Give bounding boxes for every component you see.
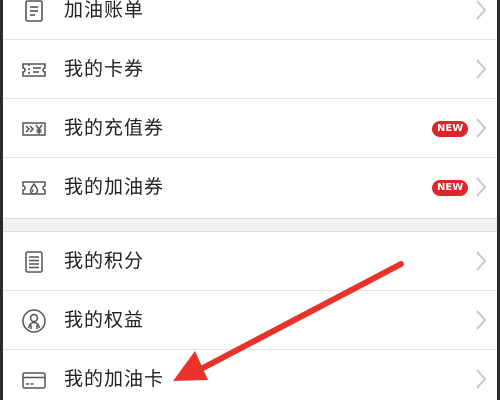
menu-item-label: 我的积分	[64, 250, 145, 272]
account-menu-screen: 加油账单 我的卡券 我的充值券 NEW 我的加油券 NEW 我的积分 我的权益 …	[0, 0, 500, 400]
menu-item-fuel-coupons[interactable]: 我的加油券 NEW	[0, 158, 500, 217]
chevron-right-icon	[474, 116, 488, 140]
screen-left-edge	[0, 0, 3, 400]
menu-item-label: 我的充值券	[64, 117, 165, 139]
menu-item-label: 加油账单	[64, 0, 145, 21]
section-divider	[0, 218, 500, 232]
menu-item-label: 我的加油卡	[64, 368, 165, 390]
ticket-icon	[20, 56, 48, 84]
chevron-right-icon	[474, 367, 488, 391]
chevron-right-icon	[474, 308, 488, 332]
chevron-right-icon	[474, 249, 488, 273]
new-badge: NEW	[432, 180, 469, 196]
chevron-right-icon	[474, 175, 488, 199]
rights-badge-icon	[20, 307, 48, 335]
menu-group-account: 我的积分 我的权益 我的加油卡	[0, 232, 500, 400]
new-badge: NEW	[432, 121, 469, 137]
recharge-coupon-icon	[20, 115, 48, 143]
menu-item-my-fuel-card[interactable]: 我的加油卡	[0, 350, 500, 400]
fuel-coupon-icon	[20, 174, 48, 202]
menu-item-label: 我的加油券	[64, 176, 165, 198]
menu-item-my-rights[interactable]: 我的权益	[0, 291, 500, 350]
menu-item-label: 我的权益	[64, 309, 145, 331]
menu-item-my-points[interactable]: 我的积分	[0, 232, 500, 291]
menu-item-fuel-bill[interactable]: 加油账单	[0, 0, 500, 40]
points-document-icon	[20, 248, 48, 276]
chevron-right-icon	[474, 0, 488, 22]
menu-group-billing: 加油账单 我的卡券 我的充值券 NEW 我的加油券 NEW	[0, 0, 500, 217]
fuel-card-icon	[20, 366, 48, 394]
menu-item-label: 我的卡券	[64, 58, 145, 80]
bill-list-icon	[20, 0, 48, 25]
menu-item-recharge-coupons[interactable]: 我的充值券 NEW	[0, 99, 500, 158]
chevron-right-icon	[474, 57, 488, 81]
menu-item-my-coupons[interactable]: 我的卡券	[0, 40, 500, 99]
